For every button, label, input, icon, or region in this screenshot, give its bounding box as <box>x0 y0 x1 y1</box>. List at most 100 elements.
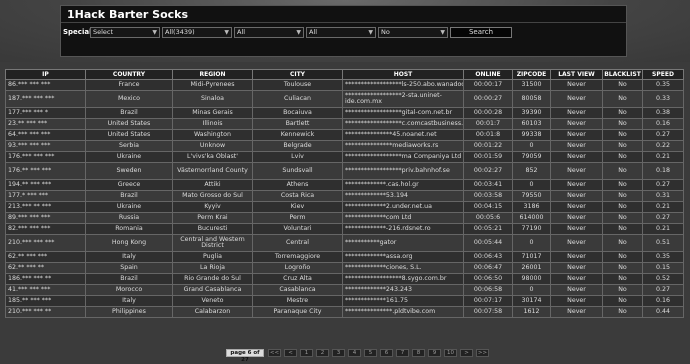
page-button-8[interactable]: 7 <box>396 349 409 357</box>
cell-country: Brazil <box>85 190 173 202</box>
table-row[interactable]: 194.** *** *** Greece Attiki Athens ********… <box>5 179 684 191</box>
cell-city: Athens <box>252 179 343 191</box>
cell-host: *************com Ltd <box>342 212 464 224</box>
page-button-7[interactable]: 6 <box>380 349 393 357</box>
cell-zip: 79059 <box>512 151 551 163</box>
cell-last: Never <box>550 273 603 285</box>
page-button-1[interactable]: < <box>284 349 297 357</box>
proxy-table: IP COUNTRY REGION CITY HOST ONLINE ZIPCO… <box>5 69 684 318</box>
cell-ip: 82.*** *** *** <box>5 223 86 235</box>
table-row[interactable]: 93.*** *** *** Serbia Unknow Belgrade ******… <box>5 140 684 152</box>
cell-region: Central and Western District <box>172 234 253 252</box>
column-header-host[interactable]: HOST <box>342 69 464 80</box>
search-button[interactable]: Search <box>450 27 512 38</box>
table-row[interactable]: 185.** *** *** Italy Veneto Mestre *********… <box>5 295 684 307</box>
cell-speed: 0.44 <box>642 306 684 318</box>
page-button-11[interactable]: 10 <box>444 349 457 357</box>
region-select[interactable]: All ▼ <box>306 27 376 38</box>
cell-country: Brazil <box>85 273 173 285</box>
page-button-0[interactable]: << <box>268 349 281 357</box>
cell-host: ******************ls-250.abo.wanadoo.fr <box>342 79 464 91</box>
cell-online: 00:00:28 <box>463 107 513 119</box>
cell-online: 00:06:47 <box>463 262 513 274</box>
page-button-9[interactable]: 8 <box>412 349 425 357</box>
special-ip-select[interactable]: Select ▼ <box>90 27 160 38</box>
table-row[interactable]: 210.*** *** *** Hong Kong Central and West… <box>5 234 684 252</box>
table-row[interactable]: 89.*** *** *** Russia Perm Krai Perm *******… <box>5 212 684 224</box>
table-row[interactable]: 187.*** *** *** Mexico Sinaloa Culiacan ****… <box>5 90 684 108</box>
column-header-speed[interactable]: SPEED <box>642 69 684 80</box>
country-select[interactable]: All ▼ <box>234 27 304 38</box>
chevron-down-icon: ▼ <box>224 29 229 36</box>
column-header-country[interactable]: COUNTRY <box>85 69 173 80</box>
page-button-12[interactable]: > <box>460 349 473 357</box>
page-button-2[interactable]: 1 <box>300 349 313 357</box>
column-header-blacklist[interactable]: BLACKLIST <box>602 69 643 80</box>
table-row[interactable]: 186.*** *** ** Brazil Rio Grande do Sul Cru… <box>5 273 684 285</box>
cell-speed: 0.52 <box>642 273 684 285</box>
panel-divider <box>61 22 626 23</box>
chevron-down-icon: ▼ <box>152 29 157 36</box>
cell-last: Never <box>550 118 603 130</box>
table-row[interactable]: 62.** *** *** Italy Puglia Torremaggiore ***… <box>5 251 684 263</box>
table-row[interactable]: 62.** *** ** Spain La Rioja Logroño ********… <box>5 262 684 274</box>
cell-online: 00:07:58 <box>463 306 513 318</box>
table-row[interactable]: 82.*** *** *** Romania Bucuresti Voluntari *… <box>5 223 684 235</box>
column-header-online[interactable]: ONLINE <box>463 69 513 80</box>
table-row[interactable]: 86.*** *** *** France Midi-Pyrenees Toulous… <box>5 79 684 91</box>
cell-zip: 614000 <box>512 212 551 224</box>
column-header-ip[interactable]: IP <box>5 69 86 80</box>
table-body: 86.*** *** *** France Midi-Pyrenees Toulous… <box>5 79 684 318</box>
app-title: 1Hack Barter Socks <box>67 8 189 21</box>
column-header-city[interactable]: CITY <box>252 69 343 80</box>
cell-city: Kiev <box>252 201 343 213</box>
cell-speed: 0.33 <box>642 90 684 108</box>
cell-country: Romania <box>85 223 173 235</box>
cell-region: L'vivs'ka Oblast' <box>172 151 253 163</box>
table-row[interactable]: 64.*** *** *** United States Washington Ken… <box>5 129 684 141</box>
page-button-4[interactable]: 3 <box>332 349 345 357</box>
table-row[interactable]: 177.*** *** * Brazil Minas Gerais Bocaiuva *… <box>5 107 684 119</box>
count-select[interactable]: All(3439) ▼ <box>162 27 232 38</box>
cell-bl: No <box>602 129 643 141</box>
table-row[interactable]: 176.** *** *** Sweden Västernorrland Count… <box>5 162 684 180</box>
blacklist-select[interactable]: No ▼ <box>378 27 448 38</box>
page-button-5[interactable]: 4 <box>348 349 361 357</box>
cell-last: Never <box>550 284 603 296</box>
cell-zip: 852 <box>512 162 551 180</box>
table-row[interactable]: 41.*** *** *** Morocco Grand Casablanca Cas… <box>5 284 684 296</box>
cell-bl: No <box>602 295 643 307</box>
cell-ip: 210.*** *** ** <box>5 306 86 318</box>
cell-host: *************161.75 <box>342 295 464 307</box>
cell-speed: 0.15 <box>642 262 684 274</box>
cell-ip: 194.** *** *** <box>5 179 86 191</box>
cell-region: Washington <box>172 129 253 141</box>
page-button-13[interactable]: >> <box>476 349 489 357</box>
page-button-10[interactable]: 9 <box>428 349 441 357</box>
cell-ip: 62.** *** ** <box>5 262 86 274</box>
cell-last: Never <box>550 212 603 224</box>
cell-bl: No <box>602 273 643 285</box>
cell-city: Central <box>252 234 343 252</box>
cell-ip: 93.*** *** *** <box>5 140 86 152</box>
table-row[interactable]: 213.*** ** *** Ukraine Kyyiv Kiev **********… <box>5 201 684 213</box>
table-row[interactable]: 23.** *** *** United States Illinois Bartle… <box>5 118 684 130</box>
column-header-last-view[interactable]: LAST VIEW <box>550 69 603 80</box>
table-row[interactable]: 176.*** *** *** Ukraine L'vivs'ka Oblast' L… <box>5 151 684 163</box>
column-header-zipcode[interactable]: ZIPCODE <box>512 69 551 80</box>
cell-region: Minas Gerais <box>172 107 253 119</box>
cell-bl: No <box>602 118 643 130</box>
cell-city: Culiacan <box>252 90 343 108</box>
page-button-3[interactable]: 2 <box>316 349 329 357</box>
cell-speed: 0.16 <box>642 295 684 307</box>
cell-region: Bucuresti <box>172 223 253 235</box>
table-row[interactable]: 177.* *** *** Brazil Mato Grosso do Sul Cos… <box>5 190 684 202</box>
table-row[interactable]: 210.*** *** ** Philippines Calabarzon Paran… <box>5 306 684 318</box>
cell-last: Never <box>550 190 603 202</box>
cell-country: France <box>85 79 173 91</box>
column-header-region[interactable]: REGION <box>172 69 253 80</box>
cell-speed: 0.27 <box>642 212 684 224</box>
page-button-6[interactable]: 5 <box>364 349 377 357</box>
cell-host: ******************priv.bahnhof.se <box>342 162 464 180</box>
cell-host: *************.cas.hol.gr <box>342 179 464 191</box>
